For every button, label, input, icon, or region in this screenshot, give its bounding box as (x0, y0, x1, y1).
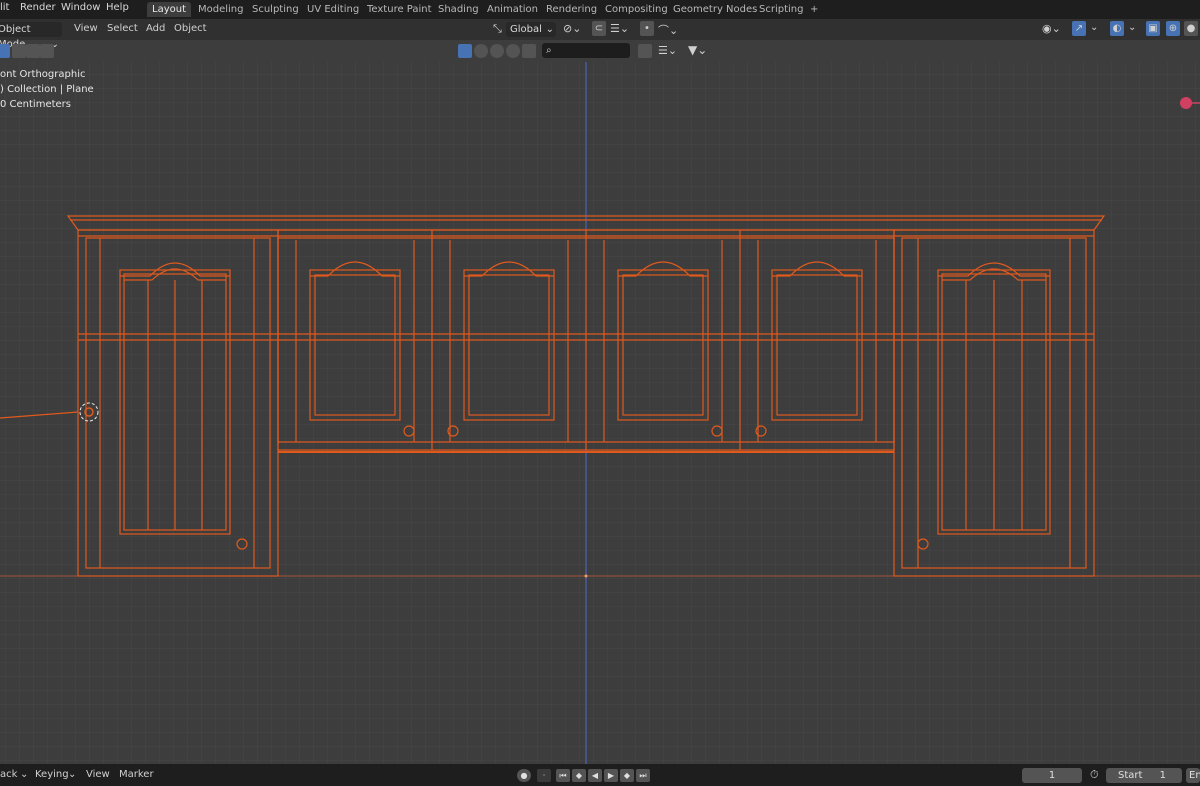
xray-toggle-icon[interactable]: ▣ (1146, 21, 1160, 36)
timeline-menu-playback[interactable]: ack (0, 769, 17, 780)
grid-units: 0 Centimeters (0, 99, 72, 110)
proportional-edit-icon[interactable]: • (640, 21, 654, 36)
view-name: ont Orthographic (0, 69, 86, 80)
jump-end-icon[interactable]: ⏭ (636, 769, 650, 782)
timeline-bar: ack ⌄ Keying ⌄ View Marker ● · ⏮ ◆ ◀ ▶ ◆… (0, 764, 1200, 786)
menu-render[interactable]: Render (20, 2, 56, 13)
orientation-dropdown[interactable]: Global ⌄ (506, 22, 556, 37)
end-label: En (1189, 770, 1200, 781)
solid-shading-icon[interactable]: ● (1184, 21, 1198, 36)
menu-object[interactable]: Object (174, 23, 207, 34)
stopwatch-icon[interactable]: ⏱ (1090, 768, 1099, 782)
chevron-down-icon: ⌄ (545, 24, 554, 35)
falloff-icon[interactable]: ⌒⌄ (658, 22, 678, 38)
next-keyframe-icon[interactable]: ◆ (620, 769, 634, 782)
gizmo-dropdown-icon[interactable]: ⌄ (1090, 22, 1098, 33)
sort-dropdown-icon[interactable]: ☰⌄ (658, 44, 677, 57)
menu-help[interactable]: Help (106, 2, 129, 13)
auto-key-icon[interactable]: · (537, 769, 551, 782)
select-box-icon[interactable] (0, 44, 10, 58)
tab-scripting[interactable]: Scripting (754, 2, 808, 17)
orientation-label: Global (510, 24, 542, 35)
add-workspace-button[interactable]: + (805, 2, 823, 17)
select-subtract-icon[interactable] (26, 44, 40, 58)
top-menu-bar: lit Render Window Help Layout Modeling S… (0, 0, 1200, 19)
filter-mesh-icon[interactable] (458, 44, 472, 58)
tab-compositing[interactable]: Compositing (600, 2, 673, 17)
start-label: Start (1118, 770, 1143, 781)
collapse-icon[interactable] (638, 44, 652, 58)
record-icon[interactable]: ● (517, 769, 531, 782)
tab-rendering[interactable]: Rendering (541, 2, 602, 17)
tab-layout[interactable]: Layout (147, 2, 191, 17)
chevron-down-icon: ⌄ (20, 769, 29, 780)
tab-modeling[interactable]: Modeling (193, 2, 249, 17)
start-value: 1 (1159, 770, 1166, 781)
timeline-menu-marker[interactable]: Marker (119, 769, 154, 780)
tab-sculpting[interactable]: Sculpting (247, 2, 304, 17)
tab-animation[interactable]: Animation (482, 2, 543, 17)
collection-info: ) Collection | Plane (0, 84, 94, 95)
camera-marker (1180, 97, 1192, 109)
menu-edit[interactable]: lit (0, 2, 9, 13)
pivot-icon[interactable]: ⊘⌄ (563, 22, 581, 35)
end-frame-field[interactable]: En (1186, 768, 1200, 783)
start-frame-field[interactable]: Start 1 (1106, 768, 1182, 783)
filter-material-icon[interactable] (474, 44, 488, 58)
timeline-menu-view[interactable]: View (86, 769, 110, 780)
search-field[interactable]: ⌕ (542, 43, 630, 58)
tab-texture-paint[interactable]: Texture Paint (362, 2, 437, 17)
gizmo-toggle-icon[interactable]: ↗ (1072, 21, 1086, 36)
prev-keyframe-icon[interactable]: ◆ (572, 769, 586, 782)
overlay-toggle-icon[interactable]: ◐ (1110, 21, 1124, 36)
filter-image-icon[interactable] (522, 44, 536, 58)
jump-start-icon[interactable]: ⏮ (556, 769, 570, 782)
filter-funnel-icon[interactable]: ▼⌄ (688, 43, 707, 57)
search-icon: ⌕ (546, 45, 552, 56)
snap-target-icon[interactable]: ☰⌄ (610, 22, 629, 35)
snap-icon[interactable]: ⊂ (592, 21, 606, 36)
timeline-menu-keying[interactable]: Keying (35, 769, 69, 780)
menu-view[interactable]: View (74, 23, 98, 34)
transform-orientation-icon: ⤡ (493, 22, 502, 35)
menu-window[interactable]: Window (61, 2, 100, 13)
viewport-header: Object Mode ⌄ View Select Add Object ⤡ G… (0, 19, 1200, 50)
select-extend-icon[interactable] (12, 44, 26, 58)
search-input[interactable] (558, 44, 630, 58)
filter-light-icon[interactable] (506, 44, 520, 58)
wireframe-shading-icon[interactable]: ⊕ (1166, 21, 1180, 36)
viewport-tool-row: ⌕ ☰⌄ ▼⌄ (0, 40, 1200, 62)
viewport-canvas[interactable] (0, 0, 1200, 786)
mode-dropdown[interactable]: Object Mode ⌄ (0, 22, 62, 50)
filter-world-icon[interactable] (490, 44, 504, 58)
tab-uv-editing[interactable]: UV Editing (302, 2, 364, 17)
origin-point (584, 574, 588, 578)
select-intersect-icon[interactable] (40, 44, 54, 58)
chevron-down-icon: ⌄ (68, 769, 77, 780)
current-frame-field[interactable]: 1 (1022, 768, 1082, 783)
tab-geometry-nodes[interactable]: Geometry Nodes (668, 2, 762, 17)
overlay-dropdown-icon[interactable]: ⌄ (1128, 22, 1136, 33)
visibility-icon[interactable]: ◉⌄ (1042, 22, 1061, 35)
menu-select[interactable]: Select (107, 23, 138, 34)
tab-shading[interactable]: Shading (433, 2, 484, 17)
menu-add[interactable]: Add (146, 23, 165, 34)
play-icon[interactable]: ▶ (604, 769, 618, 782)
play-reverse-icon[interactable]: ◀ (588, 769, 602, 782)
